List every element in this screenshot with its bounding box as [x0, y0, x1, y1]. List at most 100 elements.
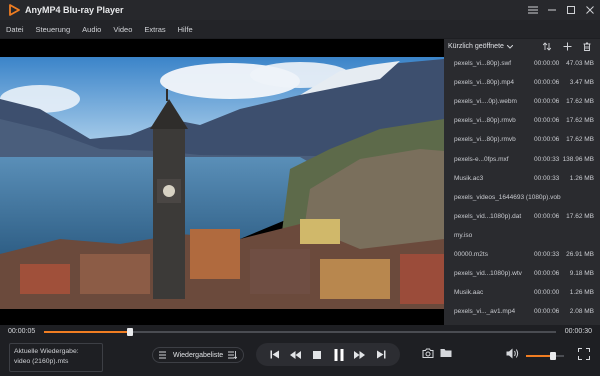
control-bar: Aktuelle Wiedergabe: video (2160p).mts W… [0, 339, 600, 376]
playlist-item[interactable]: Musik.ac3 00:00:33 1.26 MB [444, 169, 600, 188]
playlist-item[interactable]: pexels_vi...80p).mp4 00:00:06 3.47 MB [444, 73, 600, 92]
playlist-item-size: 26.91 MB [566, 250, 594, 258]
app-title: AnyMP4 Blu-ray Player [25, 5, 124, 15]
playlist-item-name: pexels_vi....0p).webm [454, 98, 517, 106]
delete-icon[interactable] [582, 40, 592, 52]
stop-icon[interactable] [310, 348, 324, 362]
seek-bar[interactable] [44, 328, 556, 336]
playlist-item-name: pexels_vi...80p).rmvb [454, 117, 516, 125]
playlist-item-name: Musik.ac3 [454, 174, 484, 182]
playlist-item[interactable]: pexels_vid...1080p).wtv 00:00:06 9.18 MB [444, 264, 600, 283]
playlist-item[interactable]: pexels_vid...1080p).dat 00:00:06 17.62 MB [444, 207, 600, 226]
playlist-item-size: 17.62 MB [566, 136, 594, 144]
snapshot-icon[interactable] [422, 348, 434, 358]
playlist-item-size: 138.96 MB [562, 155, 594, 163]
playlist-item-size: 47.03 MB [566, 60, 594, 68]
playlist-item[interactable]: pexels_vi..._av1.mp4 00:00:06 2.08 MB [444, 302, 600, 321]
playlist-item-size: 17.62 MB [566, 212, 594, 220]
previous-icon[interactable] [268, 348, 282, 362]
playlist-item-name: pexels-e...0fps.mxf [454, 155, 509, 163]
playlist-header: Kürzlich geöffnete [444, 39, 600, 54]
now-playing-file: video (2160p).mts [14, 358, 69, 365]
app-logo-icon [9, 4, 20, 16]
playlist-item-duration: 00:00:00 [534, 60, 560, 68]
playlist-item[interactable]: pexels_vi...80p).rmvb 00:00:06 17.62 MB [444, 130, 600, 149]
menu-bar: Datei Steuerung Audio Video Extras Hilfe [0, 20, 600, 38]
playlist-tools [542, 40, 592, 52]
sort-icon[interactable] [542, 40, 552, 52]
menu-video[interactable]: Video [113, 25, 132, 34]
menu-extras[interactable]: Extras [144, 25, 165, 34]
playlist-icon [159, 351, 166, 359]
playlist-item-size: 2.08 MB [569, 308, 594, 316]
video-area[interactable] [0, 39, 444, 325]
playlist-item-duration: 00:00:06 [534, 308, 560, 316]
playlist-item[interactable]: pexels-e...0fps.mxf 00:00:33 138.96 MB [444, 149, 600, 168]
playlist-item-name: pexels_vid...1080p).dat [454, 212, 522, 220]
close-icon[interactable] [584, 4, 596, 16]
menu-datei[interactable]: Datei [6, 25, 24, 34]
playlist-item-name: pexels_vi...80p).rmvb [454, 136, 516, 144]
playlist-item-name: pexels_videos_1644693 (1080p).vob [454, 193, 561, 201]
volume-icon[interactable] [506, 348, 519, 359]
playlist-item-size: 17.62 MB [566, 98, 594, 106]
player-window: AnyMP4 Blu-ray Player Datei Steuerung Au… [0, 0, 600, 376]
playlist-item-duration: 00:00:06 [534, 212, 560, 220]
playlist-item-duration: 00:00:06 [534, 117, 560, 125]
pause-icon[interactable] [332, 348, 346, 362]
playlist-item-name: pexels_vi..._av1.mp4 [454, 308, 516, 316]
progress-area: 00:00:05 00:00:30 [0, 325, 600, 339]
seek-handle[interactable] [126, 328, 133, 336]
playlist-item[interactable]: pexels_vi...80p).rmvb 00:00:06 17.62 MB [444, 111, 600, 130]
playlist-item-name: Musik.aac [454, 289, 484, 297]
playlist-item-name: pexels_vid...1080p).wtv [454, 270, 522, 278]
playlist-item-duration: 00:00:06 [534, 79, 560, 87]
video-frame [0, 39, 444, 325]
current-time: 00:00:05 [8, 328, 36, 335]
playlist-item-duration: 00:00:33 [534, 155, 560, 163]
playlist-item[interactable]: pexels_videos_1644693 (1080p).vob [444, 188, 600, 207]
title-bar: AnyMP4 Blu-ray Player [0, 0, 600, 20]
now-playing-label: Aktuelle Wiedergabe: [14, 348, 79, 355]
playlist-button-label: Wiedergabeliste [173, 351, 224, 359]
playlist-item[interactable]: pexels_vi....0p).webm 00:00:06 17.62 MB [444, 92, 600, 111]
playlist-item-duration: 00:00:00 [534, 289, 560, 297]
playlist-item-name: my.iso [454, 231, 473, 239]
rewind-icon[interactable] [289, 348, 303, 362]
menu-audio[interactable]: Audio [82, 25, 101, 34]
menu-icon[interactable] [527, 4, 539, 16]
playlist-item-duration: 00:00:33 [534, 174, 560, 182]
transport-controls [256, 343, 400, 366]
fast-forward-icon[interactable] [353, 348, 367, 362]
maximize-icon[interactable] [565, 4, 577, 16]
chevron-down-icon[interactable] [506, 44, 513, 49]
add-icon[interactable] [562, 40, 572, 52]
playlist-title[interactable]: Kürzlich geöffnete [448, 43, 504, 50]
playlist-item-name: pexels_vi...80p).mp4 [454, 79, 514, 87]
playlist-panel: Kürzlich geöffnete pexels_vi...80p).swf 0… [444, 39, 600, 376]
playlist-item-name: 00000.m2ts [454, 250, 488, 258]
menu-steuerung[interactable]: Steuerung [36, 25, 71, 34]
playlist-button[interactable]: Wiedergabeliste [152, 347, 244, 363]
menu-hilfe[interactable]: Hilfe [178, 25, 193, 34]
volume-handle[interactable] [550, 352, 557, 360]
playlist-item-name: pexels_vi...80p).swf [454, 60, 512, 68]
playlist-item-size: 1.26 MB [569, 174, 594, 182]
seek-bar-fill [44, 331, 130, 333]
playlist-item[interactable]: Musik.aac 00:00:00 1.26 MB [444, 283, 600, 302]
playlist-item-size: 3.47 MB [569, 79, 594, 87]
minimize-icon[interactable] [546, 4, 558, 16]
folder-icon[interactable] [440, 348, 452, 358]
playlist-item-duration: 00:00:33 [534, 250, 560, 258]
playlist-item[interactable]: pexels_vi...80p).swf 00:00:00 47.03 MB [444, 54, 600, 73]
playlist-item-duration: 00:00:06 [534, 136, 560, 144]
playlist-item-duration: 00:00:06 [534, 98, 560, 106]
volume-slider[interactable] [526, 352, 564, 360]
window-controls [527, 0, 596, 20]
fullscreen-icon[interactable] [578, 348, 590, 360]
playlist-order-icon [228, 351, 237, 360]
next-icon[interactable] [374, 348, 388, 362]
playlist-item[interactable]: my.iso [444, 226, 600, 245]
playlist-item[interactable]: 00000.m2ts 00:00:33 26.91 MB [444, 245, 600, 264]
playlist-item-size: 1.26 MB [569, 289, 594, 297]
